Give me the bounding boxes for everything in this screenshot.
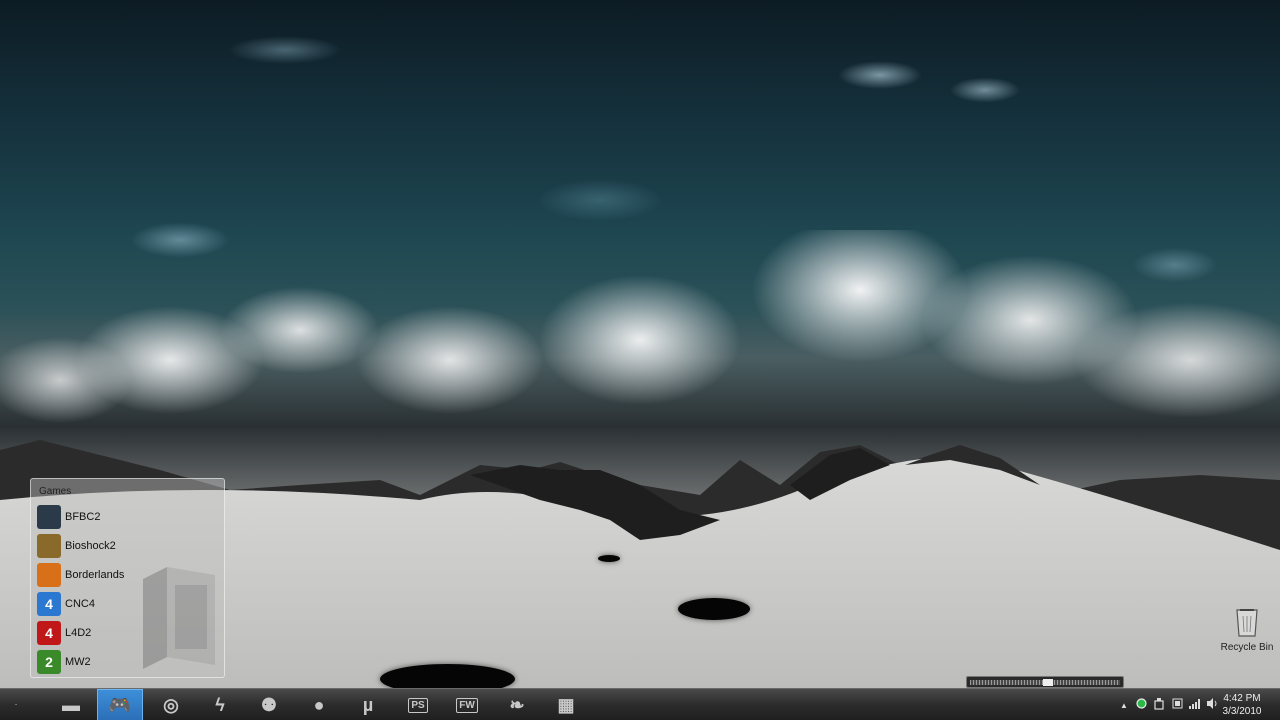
start-button[interactable]: · xyxy=(8,697,24,713)
taskbar-button[interactable]: ❧ xyxy=(494,689,540,720)
fireworks-icon: FW xyxy=(456,697,478,713)
mw2-icon: 2 xyxy=(37,650,61,674)
show-hidden-icons-arrow-icon[interactable]: ▲ xyxy=(1116,701,1132,710)
bioshock2-icon xyxy=(37,534,61,558)
taskbar-clock[interactable]: 4:42 PM 3/3/2010 xyxy=(1212,692,1272,718)
bfbc2-icon xyxy=(37,505,61,529)
wallpaper-crater xyxy=(678,598,750,620)
borderlands-icon xyxy=(37,563,61,587)
blob-icon: ● xyxy=(313,694,325,715)
gauge-fill xyxy=(970,678,1053,686)
game-shortcut-label: MW2 xyxy=(65,656,91,668)
tray-flag-icon[interactable] xyxy=(1168,698,1186,712)
taskbar-button[interactable]: PS xyxy=(395,689,441,720)
explorer-folder-icon: ▬ xyxy=(62,694,80,715)
system-tray: ▲ xyxy=(1116,689,1222,720)
game-shortcut-label: Bioshock2 xyxy=(65,540,116,552)
wallpaper-crater xyxy=(598,555,620,562)
l4d2-icon: 4 xyxy=(37,621,61,645)
taskbar-button[interactable]: ϟ xyxy=(197,689,243,720)
calculator-icon: ▦ xyxy=(557,694,575,715)
recycle-bin-label: Recycle Bin xyxy=(1220,642,1274,653)
games-fence[interactable]: Games BFBC2 Bioshock2 Borderlands 4 CNC4 4 L4D… xyxy=(30,478,225,678)
clock-time: 4:42 PM xyxy=(1223,693,1261,704)
taskbar: · ▬ 🎮 ◎ ϟ ⚉ ● µ PS FW ❧ ▦ ▲ 4:42 PM 3/3/2010 xyxy=(0,688,1280,720)
game-shortcut[interactable]: 2 MW2 xyxy=(37,650,91,674)
chrome-icon: ◎ xyxy=(163,694,179,715)
game-shortcut-label: Borderlands xyxy=(65,569,125,581)
game-shortcut[interactable]: Borderlands xyxy=(37,563,124,587)
recycle-bin-icon xyxy=(1236,609,1258,637)
network-signal-icon[interactable] xyxy=(1186,698,1204,712)
tray-power-icon[interactable] xyxy=(1150,697,1168,713)
taskbar-button[interactable]: FW xyxy=(444,689,490,720)
taskbar-button[interactable]: ▬ xyxy=(48,689,94,720)
game-shortcut-label: CNC4 xyxy=(65,598,95,610)
taskbar-button[interactable]: ● xyxy=(296,689,342,720)
clock-date: 3/3/2010 xyxy=(1222,706,1262,717)
progress-gauge xyxy=(966,676,1124,688)
utorrent-icon: µ xyxy=(362,694,374,715)
game-shortcut[interactable]: BFBC2 xyxy=(37,505,100,529)
gauge-track xyxy=(970,678,1120,686)
photoshop-icon: PS xyxy=(408,697,428,713)
game-shortcut[interactable]: 4 L4D2 xyxy=(37,621,91,645)
game-shortcut[interactable]: 4 CNC4 xyxy=(37,592,95,616)
lightning-icon: ϟ xyxy=(215,694,225,715)
tray-status-green-icon[interactable] xyxy=(1132,698,1150,712)
game-shortcut-label: L4D2 xyxy=(65,627,92,639)
game-shortcut[interactable]: Bioshock2 xyxy=(37,534,116,558)
taskbar-button[interactable]: 🎮 xyxy=(97,689,143,720)
game-shortcut-label: BFBC2 xyxy=(65,511,101,523)
taskbar-button[interactable]: µ xyxy=(345,689,391,720)
feather-icon: ❧ xyxy=(509,694,525,715)
taskbar-button[interactable]: ▦ xyxy=(543,689,589,720)
taskbar-button[interactable]: ◎ xyxy=(148,689,194,720)
recycle-bin[interactable]: Recycle Bin xyxy=(1218,606,1276,653)
fence-title: Games xyxy=(39,486,72,497)
xbox-console-watermark-icon xyxy=(143,567,215,669)
taskbar-button[interactable]: ⚉ xyxy=(246,689,292,720)
gamepad-icon: 🎮 xyxy=(108,694,132,715)
cnc4-icon: 4 xyxy=(37,592,61,616)
contacts-icon: ⚉ xyxy=(260,694,278,715)
